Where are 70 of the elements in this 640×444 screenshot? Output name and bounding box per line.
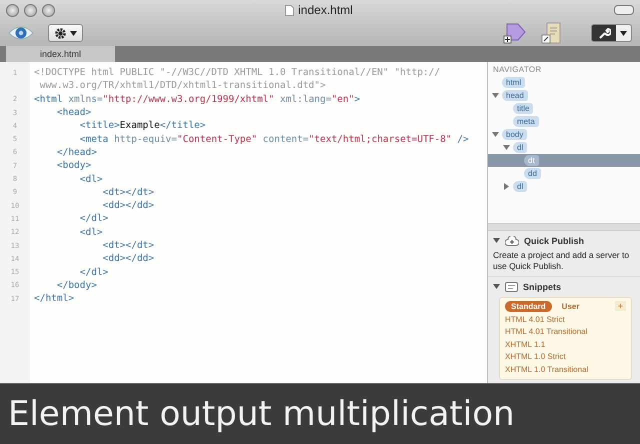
caret-icon: [620, 30, 627, 36]
code-line: <dt></dt>: [102, 240, 154, 251]
disclosure-triangle-icon[interactable]: [503, 144, 510, 151]
navigator-row[interactable]: body: [488, 128, 640, 141]
navigator-row[interactable]: meta: [488, 115, 640, 128]
minimize-button[interactable]: [24, 4, 37, 16]
wrench-menu-button[interactable]: [591, 24, 632, 42]
code-line: <dt></dt>: [102, 186, 154, 198]
code-line: <dl>: [78, 174, 103, 185]
navigator-row[interactable]: dl: [488, 141, 640, 154]
window-title: index.html: [298, 3, 353, 17]
snippet-item[interactable]: XHTML 1.0 Strict: [505, 351, 626, 364]
toolbar-toggle-button[interactable]: [614, 5, 634, 15]
snippet-icon: [505, 282, 518, 292]
code-line: <html xmlns="http://www.w3.org/1999/xhtml" xml:lang="en">: [33, 94, 360, 105]
code-line: <meta http-equiv="Content-Type" content="text/html;charset=UTF-8" />: [78, 134, 469, 145]
zoom-button[interactable]: [42, 4, 55, 16]
element-tag[interactable]: dl: [513, 181, 528, 192]
cloud-upload-icon: [505, 236, 519, 246]
navigator-row[interactable]: title: [488, 102, 640, 115]
code-line: <body>: [56, 160, 92, 172]
quick-publish-heading: Quick Publish: [524, 236, 584, 246]
wrench-icon: [598, 26, 611, 40]
element-tag[interactable]: dl: [513, 142, 528, 153]
element-tag[interactable]: body: [502, 129, 528, 140]
close-button[interactable]: [6, 4, 19, 16]
disclosure-triangle-icon[interactable]: [492, 92, 499, 99]
element-tag[interactable]: meta: [513, 116, 539, 127]
tag-icon[interactable]: [503, 22, 527, 44]
code-line: </dl>: [78, 266, 108, 278]
disclosure-triangle-icon[interactable]: [493, 237, 500, 244]
code-line: </body>: [56, 280, 97, 291]
code-line: <title>Example</title>: [78, 120, 206, 132]
code-line: www.w3.org/TR/xhtml1/DTD/xhtml1-transitional.dtd">: [38, 80, 326, 92]
snippet-item[interactable]: XHTML 1.0 Transitional: [505, 364, 626, 376]
gear-menu-button[interactable]: [48, 24, 83, 42]
snippet-item[interactable]: HTML 4.01 Transitional: [505, 326, 626, 338]
document-edit-icon[interactable]: [541, 22, 563, 44]
navigator-row[interactable]: dl: [488, 180, 640, 193]
quick-publish-message: Create a project and add a server to use Quick Publish.: [493, 248, 630, 272]
code-line: <dd></dd>: [102, 253, 154, 264]
snippet-item[interactable]: HTML 4.01 Strict: [505, 314, 626, 326]
navigator-row[interactable]: dd: [488, 167, 640, 180]
caret-icon: [70, 30, 77, 36]
add-snippet-button[interactable]: +: [614, 301, 626, 311]
code-line: </dl>: [78, 213, 108, 224]
snippets-heading: Snippets: [523, 282, 562, 292]
code-line: </head>: [56, 146, 97, 158]
disclosure-triangle-icon[interactable]: [492, 131, 499, 138]
element-tag[interactable]: html: [502, 77, 526, 88]
code-line: <dd></dd>: [102, 200, 154, 212]
navigator-row[interactable]: head: [488, 89, 640, 102]
disclosure-triangle-icon[interactable]: [493, 283, 500, 290]
element-tag[interactable]: dd: [524, 168, 541, 179]
eye-icon[interactable]: [8, 24, 34, 42]
code-line: </html>: [33, 293, 74, 304]
file-tab[interactable]: index.html: [6, 46, 116, 62]
code-line: <dl>: [78, 226, 103, 238]
element-tag[interactable]: head: [502, 90, 528, 101]
caption-text: Element output multiplication: [8, 394, 515, 434]
document-icon: [285, 4, 294, 16]
navigator-row[interactable]: html: [488, 76, 640, 89]
snippet-tab[interactable]: Standard: [505, 300, 552, 312]
element-tag[interactable]: title: [513, 103, 534, 114]
snippet-item[interactable]: XHTML 1.1: [505, 338, 626, 351]
gear-icon: [54, 26, 67, 40]
disclosure-triangle-icon[interactable]: [503, 183, 510, 190]
code-line: <head>: [56, 107, 92, 118]
code-line: <!DOCTYPE html PUBLIC "-//W3C//DTD XHTML 1.0 Transitional//EN" "http://: [33, 67, 440, 78]
navigator-heading: NAVIGATOR: [492, 65, 542, 76]
